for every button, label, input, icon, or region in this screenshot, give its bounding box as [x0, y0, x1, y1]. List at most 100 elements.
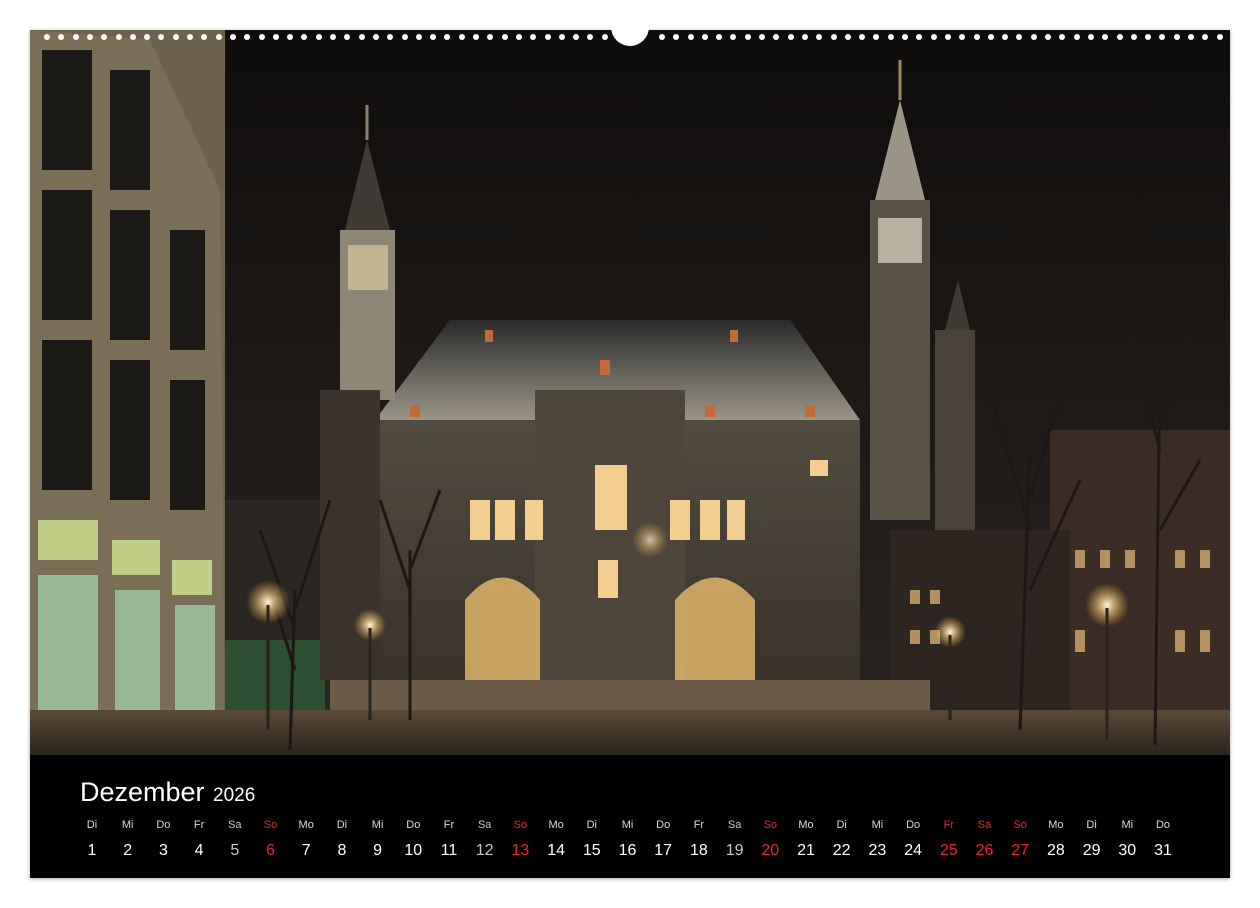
binding-hole — [1073, 34, 1080, 40]
weekday-label: Do — [156, 819, 171, 831]
binding-hole — [115, 34, 122, 40]
binding-hole — [1045, 34, 1051, 40]
day-number: 22 — [832, 842, 851, 859]
day-column: Mi 23 — [860, 819, 894, 860]
day-column: So 6 — [254, 819, 288, 860]
day-column: Sa 19 — [718, 819, 752, 860]
day-number: 17 — [654, 842, 673, 859]
weekday-label: Do — [1155, 819, 1171, 831]
binding-hole — [944, 34, 951, 40]
binding-hole — [129, 34, 136, 40]
day-number: 14 — [547, 842, 565, 859]
binding-hole — [716, 34, 723, 40]
binding-hole — [558, 34, 565, 40]
binding-hole — [830, 34, 837, 40]
binding-hole — [1002, 34, 1009, 40]
weekday-label: Mo — [298, 819, 314, 831]
binding-hole — [458, 34, 465, 40]
weekday-label: Mo — [548, 819, 564, 831]
binding-hole — [158, 34, 165, 40]
day-column: Di 1 — [75, 819, 109, 860]
day-column: Mi 16 — [611, 819, 645, 860]
binding-hole — [773, 34, 780, 40]
town-hall-night-photo — [30, 30, 1230, 755]
day-column: Do 10 — [396, 819, 430, 860]
binding-hole — [372, 34, 379, 40]
weekday-label: Fr — [943, 819, 954, 831]
weekday-label: Di — [336, 819, 348, 831]
weekday-label: So — [263, 819, 278, 831]
day-column: So 20 — [753, 819, 787, 860]
weekday-label: Mo — [798, 819, 814, 831]
binding-hole — [959, 34, 966, 40]
binding-hole — [1116, 34, 1123, 40]
binding-hole — [601, 34, 608, 40]
spiral-binding — [30, 20, 1230, 46]
binding-hole — [315, 34, 322, 40]
weekday-label: So — [763, 819, 778, 831]
binding-hole — [844, 34, 851, 40]
binding-hole — [1030, 34, 1037, 40]
day-number: 23 — [868, 842, 887, 859]
day-number: 21 — [797, 842, 815, 859]
day-column: Mi 9 — [361, 819, 395, 860]
day-columns: Di 1 Mi 2 Do 3 Fr 4 Sa 5 So 6 Mo 7 Di 8 Mi 9 Do 10 Fr 11 Sa 12 S… — [75, 819, 1225, 879]
day-number: 28 — [1046, 842, 1065, 859]
day-number: 15 — [582, 842, 601, 859]
binding-hole — [530, 34, 537, 40]
day-number: 5 — [230, 842, 240, 859]
weekday-label: Do — [406, 819, 421, 831]
day-column: Di 8 — [325, 819, 359, 860]
binding-hole — [1102, 34, 1109, 40]
binding-hole — [301, 34, 308, 40]
binding-hole — [1216, 34, 1223, 40]
binding-hole — [744, 34, 751, 40]
binding-hole — [144, 34, 151, 40]
binding-hole — [787, 34, 794, 40]
binding-hole — [401, 34, 408, 40]
day-column: Sa 5 — [218, 819, 252, 860]
day-column: Di 15 — [575, 819, 609, 860]
binding-hole — [272, 34, 279, 40]
binding-hole — [1059, 34, 1066, 40]
binding-hole — [515, 34, 522, 40]
day-number: 20 — [761, 842, 780, 859]
weekday-label: Mi — [121, 819, 134, 831]
weekday-label: Di — [1086, 819, 1097, 831]
day-number: 12 — [475, 842, 494, 859]
weekday-label: Sa — [228, 819, 242, 831]
binding-hole — [987, 34, 994, 40]
binding-hole — [72, 34, 79, 40]
binding-hole — [801, 34, 808, 40]
weekday-label: Sa — [477, 819, 492, 831]
binding-hole — [1016, 34, 1023, 40]
binding-hole — [215, 34, 222, 40]
day-number: 25 — [939, 842, 958, 859]
binding-hole — [229, 34, 236, 40]
weekday-label: Fr — [693, 819, 705, 831]
binding-hole — [344, 34, 351, 40]
weekday-label: Di — [86, 819, 98, 831]
binding-hole — [759, 34, 765, 40]
binding-hole — [816, 34, 823, 40]
weekday-label: Fr — [193, 819, 205, 831]
day-number: 2 — [123, 842, 133, 859]
day-number: 13 — [511, 842, 530, 859]
binding-hole — [730, 34, 737, 40]
binding-hole — [187, 34, 193, 40]
day-column: Fr 4 — [182, 819, 216, 860]
binding-hole — [430, 34, 437, 40]
binding-hole — [258, 34, 265, 40]
day-number: 24 — [904, 842, 922, 859]
day-column: Mi 30 — [1110, 819, 1144, 860]
binding-hole — [244, 34, 251, 40]
hanger-hook — [611, 20, 649, 46]
binding-hole — [86, 34, 93, 40]
day-column: Do 24 — [896, 819, 930, 860]
day-column: Sa 26 — [968, 819, 1002, 860]
weekday-label: Di — [836, 819, 847, 831]
binding-hole — [1145, 34, 1152, 40]
binding-hole — [687, 34, 694, 40]
binding-hole — [1173, 34, 1180, 40]
binding-hole — [501, 34, 508, 40]
